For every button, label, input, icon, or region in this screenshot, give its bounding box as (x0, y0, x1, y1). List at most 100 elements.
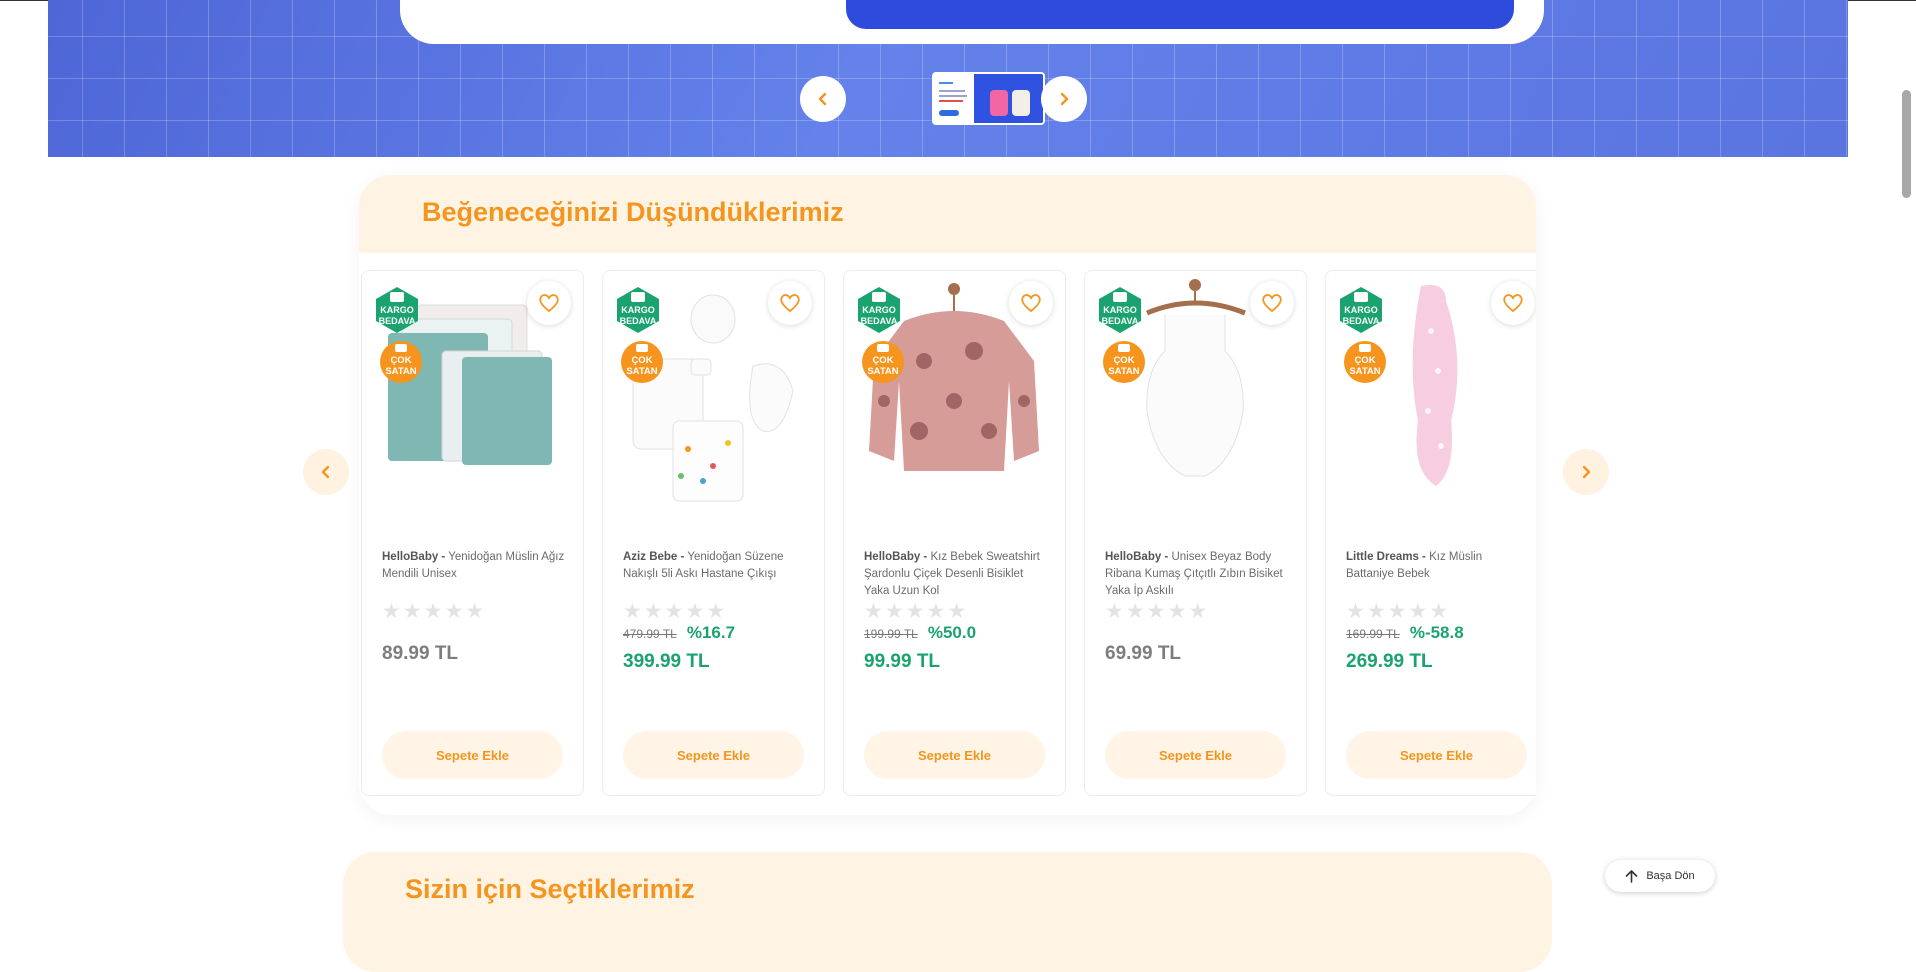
star-icon: ★ (1105, 600, 1124, 623)
favorite-button[interactable] (527, 281, 571, 325)
star-icon: ★ (643, 600, 663, 623)
chevron-right-icon (1582, 465, 1591, 479)
svg-text:ÇOK: ÇOK (872, 355, 893, 366)
favorite-button[interactable] (1250, 281, 1294, 325)
add-to-cart-button[interactable]: Sepete Ekle (623, 731, 804, 779)
star-icon: ★ (444, 600, 464, 623)
svg-text:ÇOK: ÇOK (1113, 355, 1134, 366)
old-price: 479.99 TL (623, 627, 677, 641)
product-card[interactable]: KARGO BEDAVA ÇOK SATAN HelloBaby - Unise… (1084, 270, 1307, 796)
product-brand: HelloBaby - (864, 551, 928, 563)
product-price: 69.99 TL (1105, 643, 1182, 664)
carousel-next-button[interactable] (1563, 449, 1609, 495)
favorite-button[interactable] (1491, 281, 1535, 325)
product-carousel: KARGO BEDAVA ÇOK SATAN HelloBaby - Yenid… (361, 270, 1536, 796)
selected-for-you-section: Sizin için Seçtiklerimiz (343, 852, 1552, 972)
best-seller-badge: ÇOK SATAN (380, 341, 422, 383)
product-name[interactable]: HelloBaby - Unisex Beyaz Body Ribana Kum… (1105, 549, 1291, 600)
heart-icon (539, 294, 559, 313)
product-name[interactable]: Little Dreams - Kız Müslin Battaniye Beb… (1346, 549, 1532, 583)
star-icon: ★ (423, 600, 443, 623)
product-price: 269.99 TL (1346, 651, 1433, 672)
svg-text:ÇOK: ÇOK (1354, 355, 1375, 366)
favorite-button[interactable] (768, 281, 812, 325)
star-icon: ★ (664, 600, 684, 623)
product-card[interactable]: KARGO BEDAVA ÇOK SATAN Little Dreams - K… (1325, 270, 1536, 796)
add-to-cart-button[interactable]: Sepete Ekle (1346, 731, 1527, 779)
free-shipping-badge: KARGO BEDAVA (1340, 287, 1382, 333)
star-icon: ★ (1125, 600, 1145, 623)
product-name[interactable]: HelloBaby - Yenidoğan Müslin Ağız Mendil… (382, 549, 568, 583)
product-card[interactable]: KARGO BEDAVA ÇOK SATAN HelloBaby - Kız B… (843, 270, 1066, 796)
star-icon: ★ (1146, 600, 1166, 623)
svg-text:ÇOK: ÇOK (631, 355, 652, 366)
product-brand: HelloBaby - (382, 551, 446, 563)
free-shipping-badge: KARGO BEDAVA (1099, 287, 1141, 333)
back-to-top-label: Başa Dön (1646, 870, 1695, 882)
best-seller-badge: ÇOK SATAN (621, 341, 663, 383)
section-header: Beğeneceğinizi Düşündüklerimiz (359, 175, 1536, 253)
discount-row: 169.99 TL %-58.8 (1346, 623, 1464, 643)
svg-text:BEDAVA: BEDAVA (861, 316, 898, 326)
discount-percent: %-58.8 (1409, 623, 1464, 642)
product-brand: HelloBaby - (1105, 551, 1169, 563)
add-to-cart-button[interactable]: Sepete Ekle (382, 731, 563, 779)
discount-percent: %16.7 (686, 623, 736, 642)
svg-text:BEDAVA: BEDAVA (620, 316, 657, 326)
rating-stars: ★ ★ ★ ★ ★ (1346, 601, 1448, 622)
star-icon: ★ (465, 600, 485, 623)
star-icon: ★ (884, 600, 904, 623)
svg-text:BEDAVA: BEDAVA (1102, 316, 1139, 326)
add-to-cart-button[interactable]: Sepete Ekle (864, 731, 1045, 779)
hero-next-button[interactable] (1041, 76, 1087, 122)
star-icon: ★ (1387, 600, 1407, 623)
svg-text:SATAN: SATAN (1108, 366, 1139, 377)
svg-text:KARGO: KARGO (1344, 305, 1378, 315)
star-icon: ★ (926, 600, 946, 623)
favorite-button[interactable] (1009, 281, 1053, 325)
best-seller-badge: ÇOK SATAN (1344, 341, 1386, 383)
carousel-prev-button[interactable] (303, 449, 349, 495)
back-to-top-button[interactable]: Başa Dön (1605, 860, 1715, 892)
svg-text:KARGO: KARGO (621, 305, 655, 315)
heart-icon (1503, 294, 1523, 313)
product-price: 99.99 TL (864, 651, 941, 672)
chevron-left-icon (818, 92, 827, 106)
svg-text:BEDAVA: BEDAVA (1343, 316, 1380, 326)
star-icon: ★ (685, 600, 705, 623)
free-shipping-badge: KARGO BEDAVA (376, 287, 418, 333)
svg-text:SATAN: SATAN (385, 366, 416, 377)
best-seller-badge: ÇOK SATAN (862, 341, 904, 383)
discount-row: 479.99 TL %16.7 (623, 623, 735, 643)
product-brand: Little Dreams - (1346, 551, 1426, 563)
free-shipping-badge: KARGO BEDAVA (858, 287, 900, 333)
chevron-right-icon (1060, 92, 1069, 106)
rating-stars: ★ ★ ★ ★ ★ (1105, 601, 1207, 622)
add-to-cart-button[interactable]: Sepete Ekle (1105, 731, 1286, 779)
product-card[interactable]: KARGO BEDAVA ÇOK SATAN Aziz Bebe - Yenid… (602, 270, 825, 796)
svg-text:KARGO: KARGO (1103, 305, 1137, 315)
product-name[interactable]: HelloBaby - Kız Bebek Sweatshirt Şardonl… (864, 549, 1050, 600)
heart-icon (1262, 294, 1282, 313)
star-icon: ★ (1408, 600, 1428, 623)
star-icon: ★ (905, 600, 925, 623)
star-icon: ★ (382, 600, 401, 623)
star-icon: ★ (623, 600, 642, 623)
product-name[interactable]: Aziz Bebe - Yenidoğan Süzene Nakışlı 5li… (623, 549, 809, 583)
product-card[interactable]: KARGO BEDAVA ÇOK SATAN HelloBaby - Yenid… (361, 270, 584, 796)
free-shipping-badge: KARGO BEDAVA (617, 287, 659, 333)
heart-icon (1021, 294, 1041, 313)
rating-stars: ★ ★ ★ ★ ★ (382, 601, 484, 622)
svg-text:SATAN: SATAN (626, 366, 657, 377)
svg-text:SATAN: SATAN (1349, 366, 1380, 377)
chevron-left-icon (321, 465, 330, 479)
section-title: Sizin için Seçtiklerimiz (405, 874, 695, 904)
hero-thumbnail[interactable] (932, 72, 1045, 125)
hero-slide-image[interactable] (846, 0, 1514, 29)
rating-stars: ★ ★ ★ ★ ★ (864, 601, 966, 622)
hero-prev-button[interactable] (800, 76, 846, 122)
svg-text:ÇOK: ÇOK (390, 355, 411, 366)
page-scrollbar[interactable] (1902, 90, 1911, 198)
old-price: 169.99 TL (1346, 627, 1400, 641)
product-price: 89.99 TL (382, 643, 459, 664)
